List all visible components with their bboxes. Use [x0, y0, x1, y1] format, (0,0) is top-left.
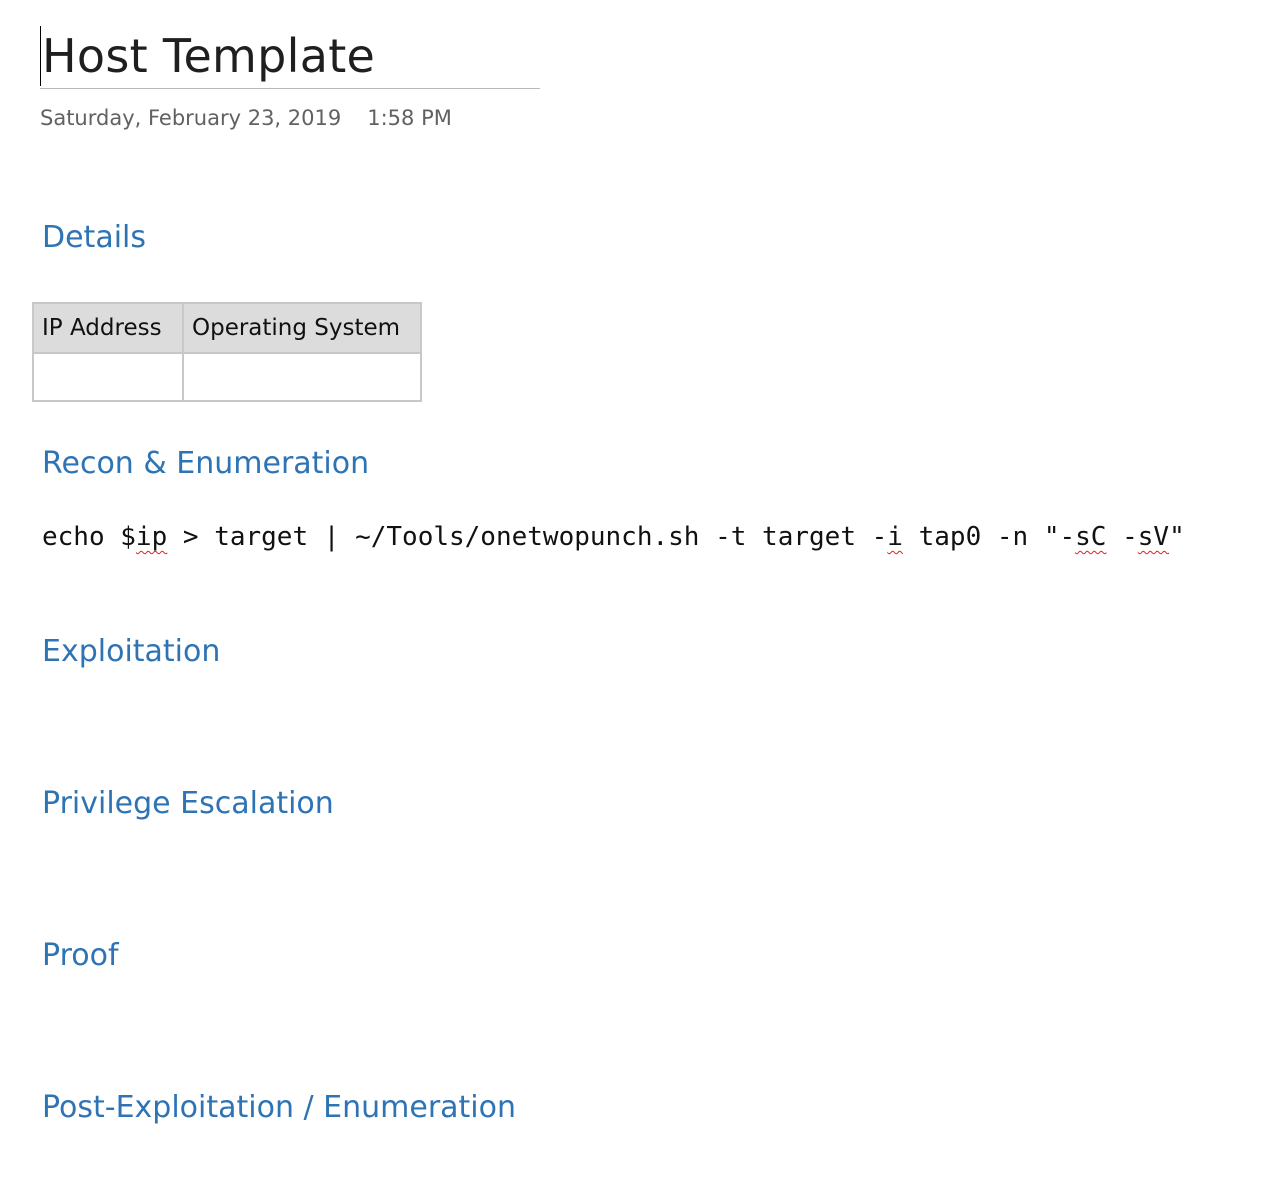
- heading-privilege-escalation[interactable]: Privilege Escalation: [42, 786, 334, 821]
- command-part: > target | ~/Tools/onetwopunch.sh -t tar…: [167, 522, 888, 552]
- page-datetime: Saturday, February 23, 2019 1:58 PM: [40, 106, 452, 130]
- page-time: 1:58 PM: [367, 106, 452, 130]
- spellcheck-word: sC: [1075, 522, 1107, 552]
- header-ip-address[interactable]: IP Address: [32, 302, 184, 354]
- command-part: echo $: [42, 522, 136, 552]
- command-part: tap0 -n "-: [902, 522, 1076, 552]
- heading-exploitation[interactable]: Exploitation: [42, 634, 220, 669]
- page-date: Saturday, February 23, 2019: [40, 106, 342, 130]
- heading-details[interactable]: Details: [42, 220, 146, 255]
- page-title-container[interactable]: Host Template: [40, 24, 540, 89]
- details-table[interactable]: IP Address Operating System: [32, 302, 422, 402]
- command-part: ": [1169, 522, 1185, 552]
- cell-operating-system[interactable]: [182, 352, 422, 402]
- heading-proof[interactable]: Proof: [42, 938, 119, 973]
- heading-post-exploitation[interactable]: Post-Exploitation / Enumeration: [42, 1090, 516, 1125]
- table-header-row: IP Address Operating System: [32, 302, 422, 354]
- spellcheck-word: i: [887, 522, 903, 552]
- heading-recon-enumeration[interactable]: Recon & Enumeration: [42, 446, 369, 481]
- header-operating-system[interactable]: Operating System: [182, 302, 422, 354]
- text-cursor: [40, 26, 41, 86]
- spellcheck-word: ip: [135, 522, 168, 552]
- spellcheck-word: sV: [1137, 522, 1170, 552]
- table-row: [32, 352, 422, 402]
- recon-command[interactable]: echo $ip > target | ~/Tools/onetwopunch.…: [42, 522, 1185, 552]
- command-part: -: [1106, 522, 1138, 552]
- page-title[interactable]: Host Template: [42, 30, 375, 82]
- cell-ip-address[interactable]: [32, 352, 184, 402]
